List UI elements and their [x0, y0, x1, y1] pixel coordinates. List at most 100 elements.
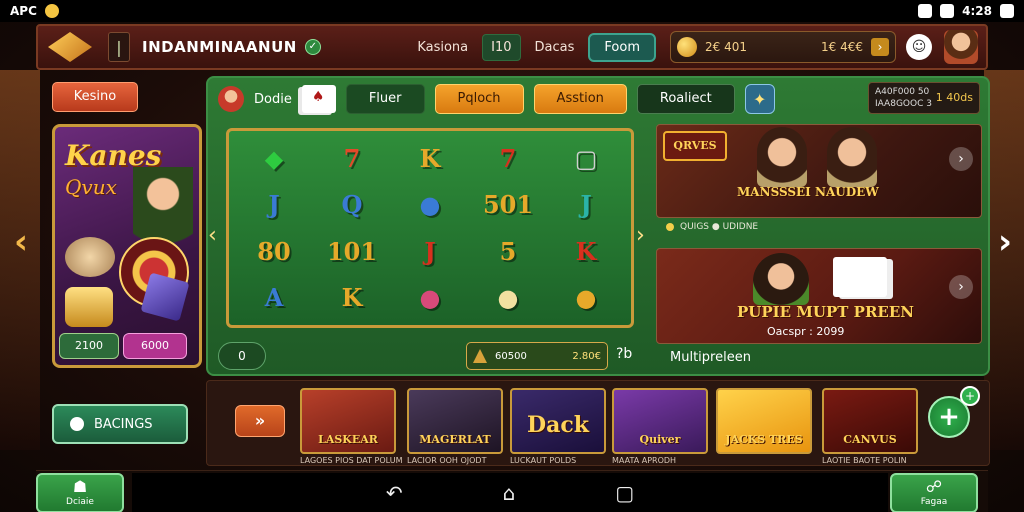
reel-symbol: A [264, 283, 284, 313]
game-caption: LAOTIE BAOTE POLIN [822, 456, 907, 465]
tab-foom[interactable]: Foom [588, 32, 656, 62]
tab-dacas[interactable]: Dacas [527, 35, 583, 60]
header-tabs: Kasiona I10 Dacas Foom [409, 32, 656, 62]
friends-icon: ☍ [925, 477, 943, 496]
nav-friends-button[interactable]: ☍ Fagaa [890, 473, 978, 512]
tab-pqloch[interactable]: Pqloch [434, 84, 524, 114]
clock: 4:28 [962, 4, 992, 18]
info-box: A40F000 50 IAA8GOOC 3 1 40ds [868, 82, 980, 114]
bacings-label: BACINGS [94, 416, 153, 432]
trophy-icon[interactable]: ✦ [744, 84, 775, 114]
reel-symbol: J [580, 190, 592, 220]
back-button[interactable]: ❘ [108, 32, 130, 62]
host-portrait-1 [757, 127, 807, 187]
slot-reels[interactable]: ◆ 7 K 7 ▢ J Q ● 501 J 80 101 J 5 K A K ● ● ● [226, 128, 634, 328]
nav-home-label: Dciaie [66, 497, 94, 507]
tab-roaliect[interactable]: Roaliect [636, 84, 735, 114]
reel-symbol: K [341, 283, 363, 313]
chevron-right-icon[interactable]: › [949, 275, 973, 299]
playing-cards-icon [833, 257, 887, 297]
bet-value-2: 2.80€ [572, 350, 601, 362]
reel-right-chevron-icon[interactable]: › [636, 223, 645, 248]
add-coins-icon[interactable]: › [871, 38, 889, 56]
system-status-bar: APC 4:28 [0, 0, 1024, 22]
game-title: LASKEAR [318, 433, 378, 446]
battery-icon [1000, 4, 1014, 18]
feature-card-1[interactable]: QRVES MANSSSEI NAUDEW › [656, 124, 982, 218]
reel-left-chevron-icon[interactable]: ‹ [208, 223, 217, 248]
app-title: INDANMINAANUN [142, 38, 297, 56]
tab-asstion[interactable]: Asstion [533, 84, 627, 114]
feature-meta: QUIGS ● UDIDNE [666, 222, 758, 232]
game-title: CANVUS [843, 433, 897, 446]
recents-icon[interactable]: ▢ [615, 481, 634, 505]
cards-icon[interactable] [301, 85, 336, 113]
reel-symbol: ● [419, 283, 441, 313]
game-title: JACKS TRES [725, 433, 803, 446]
promo-value-button-2[interactable]: 6000 [123, 333, 187, 359]
main-tab-row: Dodie Fluer Pqloch Asstion Roaliect ✦ [218, 82, 775, 116]
chevron-right-icon[interactable]: › [949, 147, 973, 171]
reel-symbol: 7 [499, 143, 517, 173]
tab-dodie[interactable]: Dodie [254, 92, 292, 107]
multiplayer-label[interactable]: Multipreleen [670, 350, 751, 365]
tab-fluer[interactable]: Fluer [345, 84, 425, 114]
back-icon[interactable]: ↶ [386, 481, 403, 505]
chips-icon [65, 237, 115, 277]
reel-symbol: 5 [499, 236, 517, 266]
user-avatar[interactable] [944, 30, 978, 64]
bet-bar[interactable]: 60500 2.80€ [466, 342, 608, 370]
help-label[interactable]: ?b [616, 346, 632, 362]
wifi-icon [940, 4, 955, 18]
nav-home-button[interactable]: ☗ Dciaie [36, 473, 124, 512]
bet-icon [473, 349, 487, 363]
reel-symbol: 80 [257, 236, 291, 266]
logo-icon[interactable] [48, 32, 92, 62]
feature-card-2[interactable]: PUPIE MUPT PREEN Oacspr : 2099 › [656, 248, 982, 344]
support-icon[interactable]: ☺ [906, 34, 932, 60]
game-tile[interactable]: Quiver [612, 388, 708, 454]
info-value: 1 40ds [935, 91, 973, 104]
kesino-button[interactable]: Kesino [52, 82, 138, 112]
game-tile[interactable]: LASKEAR [300, 388, 396, 454]
bacings-button[interactable]: BACINGS [52, 404, 188, 444]
reel-symbol: 7 [343, 143, 361, 173]
reel-symbol: J [268, 190, 280, 220]
radio-dot-icon [70, 417, 84, 431]
coin-value: 2€ 401 [705, 40, 747, 54]
game-title: Quiver [639, 433, 681, 446]
game-tile[interactable]: MAGERLAT [407, 388, 503, 454]
promo-value-button[interactable]: 2100 [59, 333, 119, 359]
game-title: Dack [527, 412, 589, 438]
home-nav-icon[interactable]: ⌂ [503, 481, 516, 505]
tab-kasiona[interactable]: Kasiona [409, 35, 476, 60]
tab-i10[interactable]: I10 [482, 33, 521, 61]
feature-title: MANSSSEI NAUDEW [737, 185, 879, 199]
spin-counter[interactable]: 0 [218, 342, 266, 370]
reel-symbol: K [419, 143, 441, 173]
coins-icon [65, 287, 113, 327]
reel-symbol: ▢ [574, 143, 598, 173]
coin-icon [677, 37, 697, 57]
nav-friends-label: Fagaa [920, 497, 948, 507]
game-tile[interactable]: Dack [510, 388, 606, 454]
coin-balance-bar[interactable]: 2€ 401 1€ 4€€ › [670, 31, 896, 63]
bottom-nav: ☗ Dciaie ↶ ⌂ ▢ ☍ Fagaa [36, 470, 988, 512]
feature-meta-text: QUIGS ● UDIDNE [680, 222, 759, 232]
reel-symbol: ● [419, 190, 441, 220]
dealer-avatar [218, 86, 244, 112]
reel-symbol: J [424, 236, 436, 266]
reel-symbol: ● [575, 283, 597, 313]
chevron-left-icon[interactable]: ‹ [14, 222, 28, 262]
chevron-right-icon[interactable]: › [998, 222, 1012, 262]
scroll-right-button[interactable]: » [235, 405, 285, 437]
game-caption: LACIOR OOH OJODT [407, 456, 487, 465]
game-tile[interactable]: JACKS TRES [716, 388, 812, 454]
reel-symbol: K [575, 236, 597, 266]
bet-value: 60500 [495, 350, 527, 362]
promo-card[interactable]: Kanes Qvux 2100 6000 [52, 124, 202, 368]
verified-icon: ✓ [304, 39, 321, 55]
notification-icon [44, 4, 59, 18]
game-tile[interactable]: CANVUS [822, 388, 918, 454]
game-caption: LAGOES PIOS DAT POLUM [300, 456, 403, 465]
